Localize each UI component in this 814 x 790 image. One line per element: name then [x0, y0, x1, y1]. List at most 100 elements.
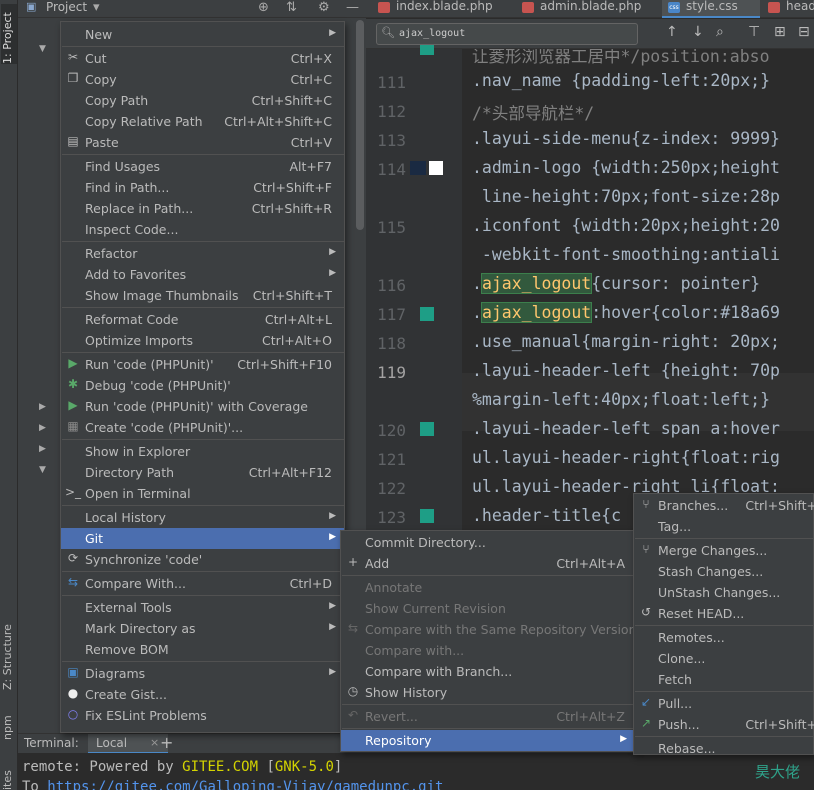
vcs-change-marker[interactable] — [420, 422, 434, 436]
arrow-up-icon[interactable]: ↑ — [666, 24, 678, 40]
menu-item-compare-with[interactable]: ⇆ Compare With... Ctrl+D — [61, 573, 344, 594]
vcs-change-marker[interactable] — [420, 45, 434, 55]
repo-menu-item-tag[interactable]: Tag... — [634, 516, 813, 537]
search-input[interactable]: 🔍︎ ajax_logout — [376, 23, 638, 45]
gear-icon[interactable]: ⚙ — [318, 0, 330, 15]
terminal-tab-local[interactable]: Local × — [88, 734, 168, 754]
repo-menu-item-clone[interactable]: Clone... — [634, 648, 813, 669]
menu-item-open-in-terminal[interactable]: >_ Open in Terminal — [61, 483, 344, 504]
vcs-change-marker[interactable] — [420, 307, 434, 321]
clock-icon: ◷ — [347, 684, 359, 698]
menu-item-label: Open in Terminal — [85, 486, 191, 501]
git-menu-item-show-history[interactable]: ◷ Show History — [341, 682, 635, 703]
git-menu-item-repository[interactable]: Repository ▶ — [341, 730, 635, 751]
tree-expand-icon[interactable]: ▼ — [39, 465, 46, 475]
menu-item-synchronize-code[interactable]: ⟳ Synchronize 'code' — [61, 549, 344, 570]
search-value: ajax_logout — [399, 28, 466, 39]
tool-tab-project[interactable]: 1: Project — [1, 4, 17, 64]
repo-menu-item-remotes[interactable]: Remotes... — [634, 627, 813, 648]
menu-item-label: Add to Favorites — [85, 267, 187, 282]
menu-item-create-gist[interactable]: ● Create Gist... — [61, 684, 344, 705]
git-menu-item-commit-directory[interactable]: Commit Directory... — [341, 532, 635, 553]
collapse-icon[interactable]: ⇅ — [286, 0, 297, 15]
tree-scrollbar[interactable] — [356, 20, 364, 230]
find-all-icon[interactable]: ⌕ — [716, 24, 724, 40]
minimize-icon[interactable]: — — [346, 0, 359, 15]
editor-tab-index-blade[interactable]: index.blade.php — [372, 0, 512, 18]
menu-item-label: Tag... — [658, 519, 692, 534]
compare-icon: ⇆ — [347, 621, 359, 635]
tree-expand-icon[interactable]: ▼ — [39, 44, 46, 54]
menu-item-debug-code-phpunit[interactable]: ✱ Debug 'code (PHPUnit)' — [61, 375, 344, 396]
git-menu-item-compare-with: Compare with... — [341, 640, 635, 661]
menu-item-mark-directory-as[interactable]: Mark Directory as ▶ — [61, 618, 344, 639]
menu-item-replace-in-path[interactable]: Replace in Path... Ctrl+Shift+R — [61, 198, 344, 219]
menu-item-fix-eslint-problems[interactable]: ○ Fix ESLint Problems — [61, 705, 344, 726]
menu-item-add-to-favorites[interactable]: Add to Favorites ▶ — [61, 264, 344, 285]
multi-select-icon[interactable]: ⊞ — [774, 24, 786, 40]
repo-menu-item-branches[interactable]: ⑂ Branches... Ctrl+Shift+ — [634, 495, 814, 516]
menu-item-inspect-code[interactable]: Inspect Code... — [61, 219, 344, 240]
menu-item-shortcut: Ctrl+Shift+F — [253, 180, 332, 195]
arrow-down-icon[interactable]: ↓ — [692, 24, 704, 40]
code-line: .layui-side-menu{z-index: 9999} — [472, 129, 780, 148]
chevron-down-icon[interactable]: ▾ — [93, 0, 100, 15]
git-menu-item-compare-with-branch[interactable]: Compare with Branch... — [341, 661, 635, 682]
repo-menu-item-push[interactable]: ↗ Push... Ctrl+Shift+ — [634, 714, 814, 735]
submenu-arrow-icon: ▶ — [329, 247, 336, 257]
vcs-change-marker[interactable] — [420, 509, 434, 523]
menu-item-show-image-thumbnails[interactable]: Show Image Thumbnails Ctrl+Shift+T — [61, 285, 344, 306]
menu-item-optimize-imports[interactable]: Optimize Imports Ctrl+Alt+O — [61, 330, 344, 351]
menu-item-local-history[interactable]: Local History ▶ — [61, 507, 344, 528]
menu-item-directory-path[interactable]: Directory Path Ctrl+Alt+F12 — [61, 462, 344, 483]
menu-item-find-usages[interactable]: Find Usages Alt+F7 — [61, 156, 344, 177]
menu-item-find-in-path[interactable]: Find in Path... Ctrl+Shift+F — [61, 177, 344, 198]
close-icon[interactable]: × — [150, 736, 159, 749]
menu-item-git[interactable]: Git ▶ — [61, 528, 344, 549]
menu-item-run-code-phpunit-with-coverage[interactable]: ▶ Run 'code (PHPUnit)' with Coverage — [61, 396, 344, 417]
locate-icon[interactable]: ⊕ — [258, 0, 269, 15]
git-menu-item-show-current-revision: Show Current Revision — [341, 598, 635, 619]
menu-item-label: Run 'code (PHPUnit)' — [85, 357, 214, 372]
menu-item-copy-path[interactable]: Copy Path Ctrl+Shift+C — [61, 90, 344, 111]
plus-icon[interactable]: + — [160, 733, 173, 752]
repo-menu-item-stash-changes[interactable]: Stash Changes... — [634, 561, 813, 582]
menu-item-copy[interactable]: ❐ Copy Ctrl+C — [61, 69, 344, 90]
git-menu-item-revert: ↶ Revert... Ctrl+Alt+Z — [341, 706, 635, 727]
merge-icon: ⑂ — [642, 542, 650, 556]
menu-item-reformat-code[interactable]: Reformat Code Ctrl+Alt+L — [61, 309, 344, 330]
menu-item-copy-relative-path[interactable]: Copy Relative Path Ctrl+Alt+Shift+C — [61, 111, 344, 132]
project-title[interactable]: Project — [46, 0, 87, 14]
tree-collapse-icon[interactable]: ▶ — [39, 402, 46, 412]
editor-tab-style-css[interactable]: css style.css — [662, 0, 760, 18]
editor-tab-label: admin.blade.php — [540, 0, 642, 13]
menu-item-external-tools[interactable]: External Tools ▶ — [61, 597, 344, 618]
editor-tab-head[interactable]: head — [762, 0, 814, 18]
tool-tab-npm[interactable]: npm — [1, 710, 17, 740]
editor-tab-admin-blade[interactable]: admin.blade.php — [516, 0, 664, 18]
menu-item-cut[interactable]: ✂ Cut Ctrl+X — [61, 48, 344, 69]
menu-item-label: Clone... — [658, 651, 706, 666]
tool-tab-structure[interactable]: Z: Structure — [1, 610, 17, 690]
menu-item-create-code-phpunit[interactable]: ▦ Create 'code (PHPUnit)'... — [61, 417, 344, 438]
tree-collapse-icon[interactable]: ▶ — [39, 444, 46, 454]
tool-tab-favorites[interactable]: ites — [1, 770, 17, 790]
scissors-icon: ✂ — [67, 50, 79, 64]
menu-item-remove-bom[interactable]: Remove BOM — [61, 639, 344, 660]
menu-item-show-in-explorer[interactable]: Show in Explorer — [61, 441, 344, 462]
menu-item-refactor[interactable]: Refactor ▶ — [61, 243, 344, 264]
repo-menu-item-reset-head[interactable]: ↺ Reset HEAD... — [634, 603, 813, 624]
menu-item-diagrams[interactable]: ▣ Diagrams ▶ — [61, 663, 344, 684]
select-occurrences-icon[interactable]: ⊤ — [748, 24, 760, 40]
repo-menu-item-unstash-changes[interactable]: UnStash Changes... — [634, 582, 813, 603]
menu-item-run-code-phpunit[interactable]: ▶ Run 'code (PHPUnit)' Ctrl+Shift+F10 — [61, 354, 344, 375]
filter-icon[interactable]: ⊟ — [798, 24, 810, 40]
git-menu-item-add[interactable]: + Add Ctrl+Alt+A — [341, 553, 635, 574]
repo-menu-item-fetch[interactable]: Fetch — [634, 669, 813, 690]
menu-item-new[interactable]: New ▶ — [61, 24, 344, 45]
repo-menu-item-rebase[interactable]: Rebase... — [634, 738, 813, 759]
tree-collapse-icon[interactable]: ▶ — [39, 423, 46, 433]
repo-menu-item-merge-changes[interactable]: ⑂ Merge Changes... — [634, 540, 813, 561]
repo-menu-item-pull[interactable]: ↙ Pull... — [634, 693, 813, 714]
menu-item-paste[interactable]: ▤ Paste Ctrl+V — [61, 132, 344, 153]
